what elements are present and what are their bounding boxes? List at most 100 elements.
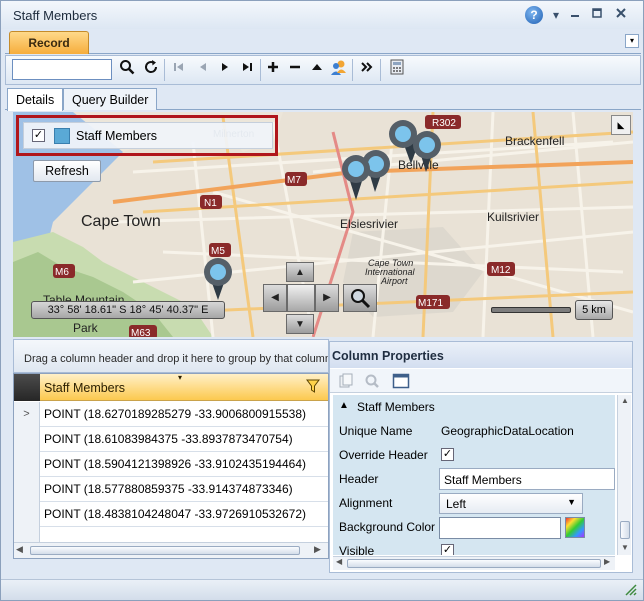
more-icon[interactable]: [356, 59, 378, 81]
scroll-up-icon[interactable]: ▲: [621, 396, 629, 405]
refresh-icon[interactable]: [140, 59, 162, 81]
toolbar-separator: [164, 59, 165, 81]
window-view-icon[interactable]: [392, 372, 410, 393]
toolbar-separator: [352, 59, 353, 81]
status-bar: [1, 579, 643, 600]
property-value: GeographicDataLocation: [441, 424, 574, 438]
scroll-right-icon[interactable]: ▶: [604, 557, 610, 566]
ribbon-tab-strip: Record ▾: [5, 30, 641, 54]
restore-button[interactable]: [588, 6, 606, 24]
property-section-header[interactable]: ▲ Staff Members: [333, 395, 615, 419]
previous-record-icon[interactable]: [192, 59, 214, 81]
layer-checkbox[interactable]: ✓: [32, 129, 45, 142]
table-cell[interactable]: POINT (18.5904121398926 -33.910243519446…: [44, 457, 306, 471]
scroll-left-icon[interactable]: ◀: [16, 544, 23, 555]
property-vertical-scrollbar[interactable]: ▲ ▼: [617, 395, 631, 555]
zoom-magnifier-icon[interactable]: [343, 284, 377, 312]
table-cell[interactable]: POINT (18.4838104248047 -33.972691053267…: [44, 507, 306, 521]
search-icon[interactable]: [116, 59, 138, 81]
tab-query-builder[interactable]: Query Builder: [63, 88, 158, 110]
override-header-checkbox[interactable]: ✓: [441, 448, 454, 461]
tab-details[interactable]: Details: [7, 88, 64, 111]
copy-icon[interactable]: [338, 373, 354, 392]
layer-label: Staff Members: [76, 129, 158, 143]
grid-horizontal-scrollbar[interactable]: ◀ ▶: [14, 542, 328, 558]
scale-bar: [491, 307, 571, 313]
collapse-icon[interactable]: ▲: [339, 400, 349, 411]
row-indicator: [14, 452, 40, 477]
pan-down-button[interactable]: ▼: [286, 314, 314, 334]
add-icon[interactable]: [262, 59, 284, 81]
window-title: Staff Members: [13, 8, 98, 23]
table-row[interactable]: POINT (18.4838104248047 -33.972691053267…: [14, 502, 328, 527]
pan-center-button[interactable]: [287, 284, 315, 312]
scroll-right-icon[interactable]: ▶: [314, 544, 321, 555]
scroll-left-icon[interactable]: ◀: [336, 557, 342, 566]
table-cell[interactable]: POINT (18.6270189285279 -33.900680091553…: [44, 407, 306, 421]
remove-icon[interactable]: [284, 59, 306, 81]
map-marker[interactable]: [342, 155, 370, 200]
property-visible: Visible ✓: [333, 539, 615, 555]
property-scroll-thumb[interactable]: [620, 521, 630, 539]
toolbar-separator: [260, 59, 261, 81]
header-input[interactable]: Staff Members: [439, 468, 615, 490]
users-icon[interactable]: [328, 59, 350, 81]
grid-scroll-thumb[interactable]: [30, 546, 300, 555]
map-marker[interactable]: [413, 131, 441, 172]
table-row[interactable]: POINT (18.5904121398926 -33.910243519446…: [14, 452, 328, 477]
row-indicator: [14, 527, 40, 542]
table-cell[interactable]: POINT (18.61083984375 -33.8937873470754): [44, 432, 293, 446]
app-window: Staff Members ? ▾ Record ▾ Details Query…: [0, 0, 644, 601]
pan-left-button[interactable]: ◀: [263, 284, 287, 312]
table-cell[interactable]: POINT (18.577880859375 -33.914374873346): [44, 482, 293, 496]
data-grid: ▾ Staff Members > POINT (18.627018928527…: [13, 373, 329, 559]
resize-grip-icon[interactable]: [623, 582, 639, 601]
map-view[interactable]: Milnerton Cape Town Bellville Brackenfel…: [13, 112, 633, 337]
property-scroll-thumb[interactable]: [347, 559, 601, 568]
map-marker[interactable]: [204, 258, 232, 300]
calculator-icon[interactable]: [386, 59, 408, 81]
color-picker-icon[interactable]: [565, 517, 585, 538]
ribbon-collapse-icon[interactable]: ▾: [625, 34, 639, 48]
search-input[interactable]: [12, 59, 112, 80]
pan-right-button[interactable]: ▶: [315, 284, 339, 312]
property-label: Alignment: [339, 496, 393, 510]
close-button[interactable]: [612, 6, 630, 24]
chevron-down-icon[interactable]: ▾: [547, 6, 565, 24]
first-record-icon[interactable]: [168, 59, 190, 81]
property-label: Override Header: [339, 448, 428, 462]
find-icon[interactable]: [364, 373, 380, 392]
table-row[interactable]: POINT (18.577880859375 -33.914374873346): [14, 477, 328, 502]
property-override-header: Override Header ✓: [333, 443, 615, 467]
help-icon[interactable]: ?: [525, 6, 543, 24]
minimize-button[interactable]: [566, 6, 584, 24]
last-record-icon[interactable]: [236, 59, 258, 81]
scroll-down-icon[interactable]: ▼: [621, 543, 629, 552]
property-unique-name: Unique Name GeographicDataLocation: [333, 419, 615, 443]
tab-record[interactable]: Record: [9, 31, 89, 54]
property-horizontal-scrollbar[interactable]: ◀ ▶: [333, 556, 615, 570]
table-row[interactable]: POINT (18.61083984375 -33.8937873470754): [14, 427, 328, 452]
up-icon[interactable]: [306, 59, 328, 81]
alignment-select[interactable]: Left ▼: [439, 493, 583, 514]
refresh-button[interactable]: Refresh: [33, 160, 101, 182]
toolbar-separator: [380, 59, 381, 81]
property-grid: ▲ Staff Members Unique Name GeographicDa…: [333, 395, 615, 555]
column-properties-panel: Column Properties ▲ Staff Members Unique…: [329, 341, 633, 573]
background-color-input[interactable]: [439, 517, 561, 539]
table-row[interactable]: > POINT (18.6270189285279 -33.9006800915…: [14, 402, 328, 427]
filter-icon[interactable]: [306, 379, 320, 393]
column-header-staff-members[interactable]: Staff Members: [44, 381, 125, 395]
next-record-icon[interactable]: [214, 59, 236, 81]
pan-up-button[interactable]: ▲: [286, 262, 314, 282]
group-by-panel[interactable]: Drag a column header and drop it here to…: [13, 339, 329, 373]
section-title: Staff Members: [357, 400, 435, 414]
current-row-indicator: >: [14, 402, 40, 427]
panel-toolbar: [330, 369, 632, 393]
map-collapse-icon[interactable]: ◣: [611, 115, 631, 135]
property-label: Header: [339, 472, 379, 486]
row-indicator: [14, 502, 40, 527]
alignment-value: Left: [446, 497, 467, 511]
sort-indicator-icon: ▾: [178, 373, 183, 382]
visible-checkbox[interactable]: ✓: [441, 544, 454, 555]
